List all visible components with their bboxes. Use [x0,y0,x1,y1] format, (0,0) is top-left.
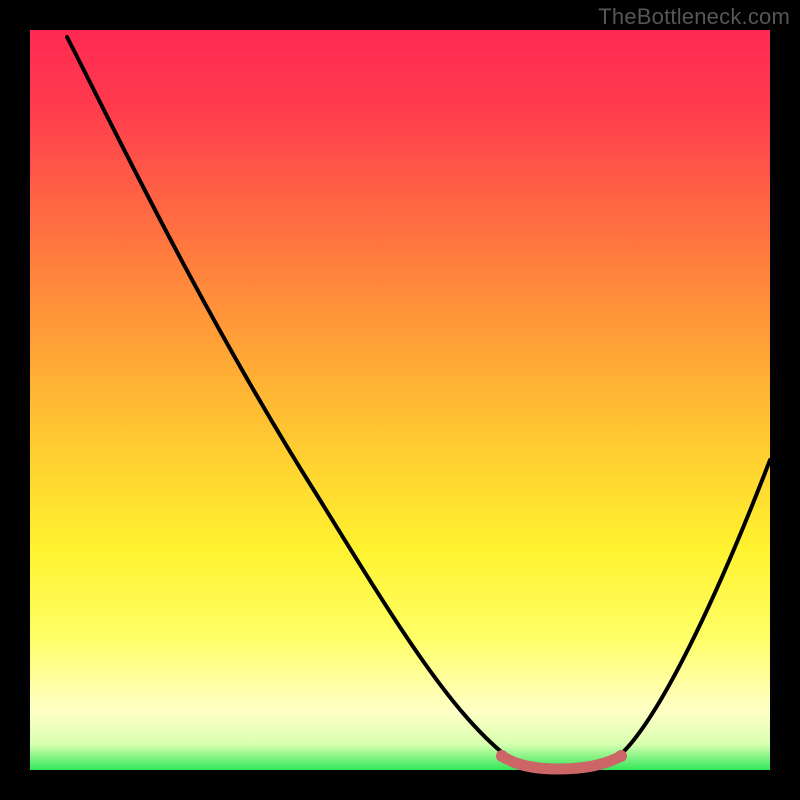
watermark-text: TheBottleneck.com [598,4,790,30]
plot-area [30,30,770,770]
optimal-segment-start-icon [496,750,508,762]
chart-svg [0,0,800,800]
optimal-segment-end-icon [615,750,627,762]
chart-container: TheBottleneck.com [0,0,800,800]
